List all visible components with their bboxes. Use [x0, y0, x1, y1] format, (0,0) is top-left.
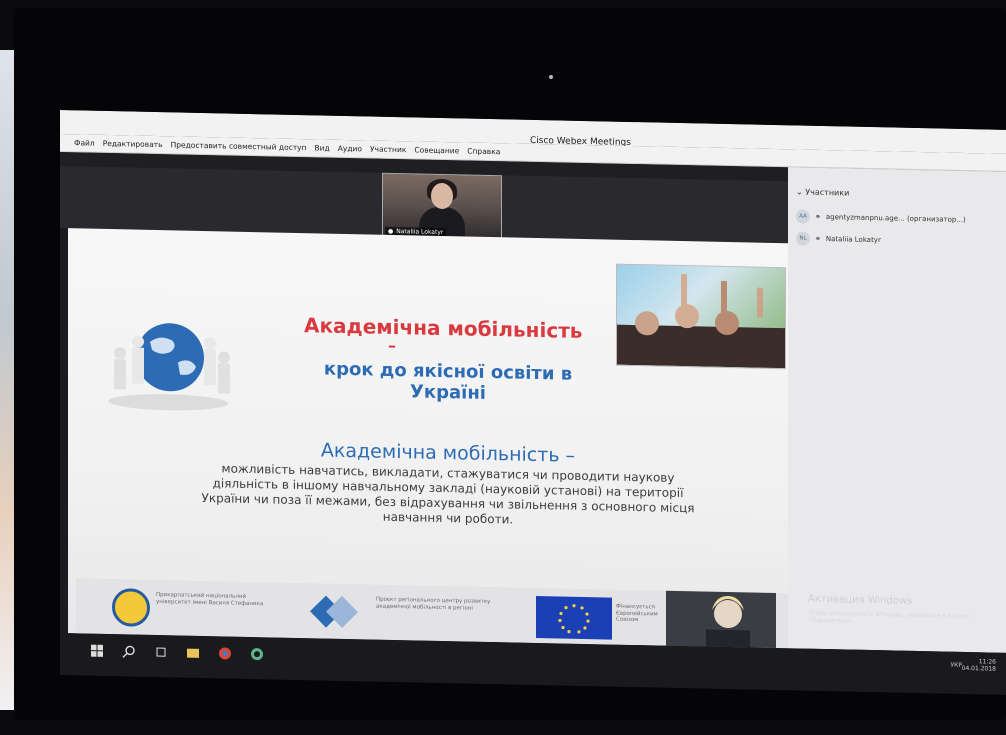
- participant-row[interactable]: AA ⚭ agentyzmanpnu.age... (организатор..…: [796, 209, 966, 227]
- menu-help[interactable]: Справка: [467, 147, 500, 157]
- menu-meeting[interactable]: Совещание: [414, 145, 459, 155]
- shared-slide: Академічна мобільність – крок до якісної…: [68, 228, 796, 649]
- participant-name: agentyzmanpnu.age... (организатор...): [825, 213, 966, 224]
- participants-header[interactable]: ⌄ Участники: [796, 187, 849, 197]
- webex-icon[interactable]: [250, 647, 264, 661]
- windows-activation-subtitle: Чтобы активировать Windows, перейдите в …: [808, 609, 970, 625]
- file-explorer-icon[interactable]: [186, 646, 200, 660]
- menu-audio[interactable]: Аудио: [338, 144, 362, 154]
- center-name: Проєкт регіонального центру розвитку ака…: [376, 596, 491, 612]
- windows-start-icon[interactable]: [90, 644, 104, 658]
- slide-title: Академічна мобільність: [304, 313, 583, 343]
- hands-up-photo: [616, 263, 786, 370]
- participant-row[interactable]: NL ⚭ Nataliia Lokatyr: [796, 231, 881, 247]
- task-view-icon[interactable]: [154, 645, 168, 659]
- keyboard-language[interactable]: УКР: [950, 662, 962, 669]
- menu-file[interactable]: Файл: [74, 138, 95, 147]
- menu-share[interactable]: Предоставить совместный доступ: [171, 140, 307, 152]
- menu-view[interactable]: Вид: [315, 143, 330, 152]
- students-image: [617, 274, 785, 369]
- system-clock[interactable]: 11:26 04.01.2018: [962, 658, 996, 673]
- center-logo: [310, 595, 358, 628]
- participant-name: Nataliia Lokatyr: [825, 235, 881, 245]
- windows-activation-title: Активация Windows: [808, 593, 913, 607]
- menu-edit[interactable]: Редактировать: [103, 139, 163, 149]
- person-face: [431, 182, 453, 210]
- self-view-video[interactable]: [666, 590, 776, 648]
- microphone-icon: ⚭: [815, 212, 821, 221]
- clock-date: 04.01.2018: [961, 665, 996, 673]
- avatar: AA: [796, 209, 810, 224]
- chevron-down-icon: ⌄: [796, 187, 803, 197]
- slide-body: можливість навчатись, викладати, стажува…: [201, 461, 695, 527]
- background-photo-edge: [0, 50, 14, 710]
- chrome-icon[interactable]: [218, 646, 232, 660]
- participants-panel: ⌄ Участники AA ⚭ agentyzmanpnu.age... (о…: [788, 167, 1006, 653]
- search-icon[interactable]: [122, 644, 136, 658]
- university-logo: [112, 588, 150, 627]
- eu-caption: Фінансується Європейським Союзом: [616, 603, 658, 624]
- avatar: NL: [796, 231, 810, 246]
- screen: Cisco Webex Meetings Файл Редактировать …: [60, 110, 1006, 695]
- eu-flag: [536, 595, 612, 640]
- participants-header-label: Участники: [805, 187, 850, 198]
- eu-stars-icon: [558, 604, 590, 634]
- webcam-dot: [549, 75, 553, 79]
- globe-illustration: [108, 323, 230, 411]
- microphone-icon: ⚭: [815, 234, 821, 243]
- slide-dash: –: [388, 335, 396, 356]
- self-view-person: [706, 595, 750, 648]
- menu-participant[interactable]: Участник: [370, 144, 406, 154]
- university-name: Прикарпатський національний університет …: [156, 592, 264, 607]
- slide-subtitle: крок до якісної освіти в Україні: [323, 358, 573, 405]
- presenter-video[interactable]: ● Nataliia Lokatyr: [382, 172, 502, 242]
